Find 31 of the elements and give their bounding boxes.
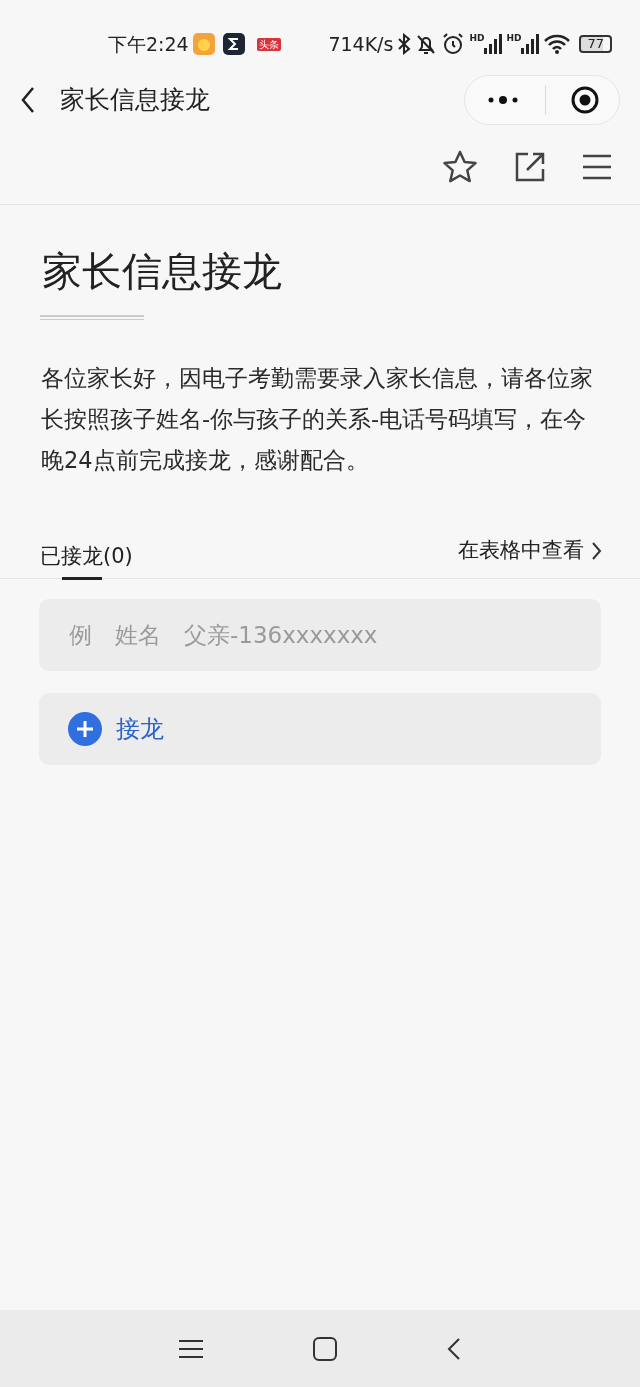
close-target-icon[interactable] bbox=[570, 85, 600, 115]
menu-icon[interactable] bbox=[582, 154, 612, 180]
network-type: HD bbox=[469, 34, 485, 43]
join-button[interactable]: 接龙 bbox=[39, 693, 601, 765]
entry-field[interactable]: 例 姓名 父亲-136xxxxxxx bbox=[39, 599, 601, 671]
star-icon[interactable] bbox=[442, 150, 478, 184]
clock-time: 下午2:24 bbox=[108, 31, 189, 57]
page-title: 家长信息接龙 bbox=[60, 84, 210, 117]
tab[interactable]: 已接龙(0) bbox=[40, 535, 133, 579]
back-icon[interactable] bbox=[447, 1336, 461, 1361]
app-badge: 头条 bbox=[256, 37, 281, 51]
back-button[interactable] bbox=[20, 86, 36, 114]
network-speed: 714K/s bbox=[328, 31, 394, 57]
chevron-right-icon bbox=[592, 541, 602, 560]
app-icon bbox=[192, 33, 215, 55]
home-icon[interactable] bbox=[313, 1336, 337, 1361]
bluetooth-icon bbox=[397, 33, 412, 55]
network-type: HD bbox=[506, 34, 522, 43]
share-icon[interactable] bbox=[514, 151, 546, 183]
wifi-icon bbox=[543, 33, 572, 55]
plus-circle-icon bbox=[68, 712, 102, 746]
view-in-table-link[interactable]: 在表格中查看 bbox=[458, 535, 602, 567]
battery-level: 77 bbox=[579, 35, 612, 53]
back-icon bbox=[20, 86, 36, 114]
bell-off-icon bbox=[415, 33, 438, 55]
sigma-app-icon bbox=[222, 33, 245, 55]
article-title: 家长信息接龙 bbox=[42, 247, 283, 295]
signal-icon bbox=[521, 34, 540, 54]
article-body: 各位家长好，因电子考勤需要录入家长信息，请各位家长按照孩子姓名-你与孩子的关系-电话号码填写，在今晚24点前完成接龙，感谢配合。 bbox=[41, 364, 594, 475]
menu-icon[interactable] bbox=[179, 1338, 203, 1359]
signal-icon bbox=[484, 34, 503, 54]
